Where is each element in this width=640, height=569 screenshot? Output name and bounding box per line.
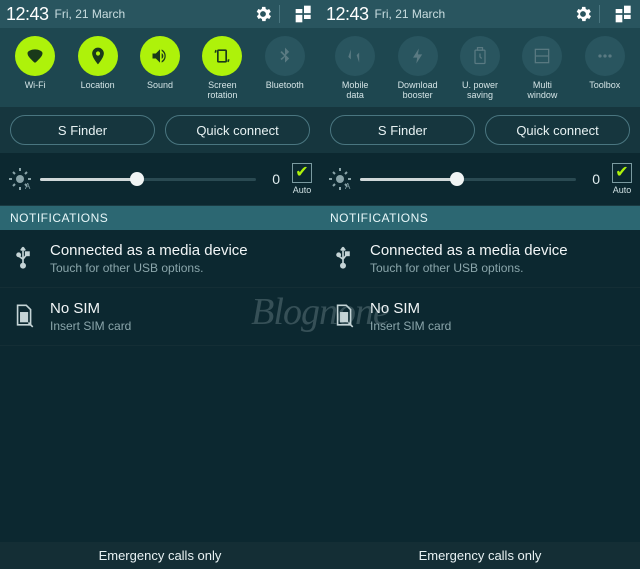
nosim-icon — [330, 300, 356, 330]
quickconnect-button[interactable]: Quick connect — [485, 115, 630, 145]
footer-status: Emergency calls only — [0, 542, 320, 569]
brightness-icon: A — [8, 167, 32, 191]
toggle-multiwindow[interactable]: Multi window — [512, 36, 572, 101]
auto-checkbox[interactable]: ✔ — [612, 163, 632, 183]
footer-status: Emergency calls only — [320, 542, 640, 569]
brightness-auto[interactable]: ✔ Auto — [292, 163, 312, 195]
toggle-mobiledata[interactable]: Mobile data — [325, 36, 385, 101]
notification-panel-right: 12:43 Fri, 21 March Mobile data Download… — [320, 0, 640, 569]
notification-nosim[interactable]: No SIM Insert SIM card — [0, 288, 320, 346]
status-time: 12:43 — [326, 4, 369, 25]
notifications-header: NOTIFICATIONS — [320, 206, 640, 230]
notification-panel-left: 12:43 Fri, 21 March Wi-Fi Location Sound — [0, 0, 320, 569]
nosim-icon — [10, 300, 36, 330]
notifications-header: NOTIFICATIONS — [0, 206, 320, 230]
svg-text:A: A — [25, 182, 31, 191]
notif-title: Connected as a media device — [370, 242, 630, 259]
notification-usb[interactable]: Connected as a media device Touch for ot… — [320, 230, 640, 288]
notif-subtitle: Touch for other USB options. — [50, 261, 310, 275]
notification-nosim[interactable]: No SIM Insert SIM card — [320, 288, 640, 346]
svg-text:A: A — [345, 182, 351, 191]
finder-row: S Finder Quick connect — [320, 107, 640, 153]
brightness-value: 0 — [264, 171, 280, 187]
notif-title: No SIM — [50, 300, 310, 317]
grid-icon[interactable] — [294, 4, 314, 24]
auto-checkbox[interactable]: ✔ — [292, 163, 312, 183]
notif-title: Connected as a media device — [50, 242, 310, 259]
settings-icon[interactable] — [253, 4, 273, 24]
quick-toggles: Mobile data Download booster U. power sa… — [320, 28, 640, 107]
notification-usb[interactable]: Connected as a media device Touch for ot… — [0, 230, 320, 288]
check-icon: ✔ — [615, 165, 628, 181]
finder-row: S Finder Quick connect — [0, 107, 320, 153]
brightness-icon: A — [328, 167, 352, 191]
status-bar: 12:43 Fri, 21 March — [320, 0, 640, 28]
brightness-slider[interactable] — [40, 178, 256, 181]
usb-icon — [330, 242, 356, 272]
brightness-row: A 0 ✔ Auto — [0, 153, 320, 206]
toggle-wifi[interactable]: Wi-Fi — [5, 36, 65, 101]
settings-icon[interactable] — [573, 4, 593, 24]
toggle-rotation[interactable]: Screen rotation — [192, 36, 252, 101]
notif-subtitle: Insert SIM card — [50, 319, 310, 333]
brightness-auto[interactable]: ✔ Auto — [612, 163, 632, 195]
check-icon: ✔ — [295, 165, 308, 181]
usb-icon — [10, 242, 36, 272]
notif-title: No SIM — [370, 300, 630, 317]
sfinder-button[interactable]: S Finder — [330, 115, 475, 145]
sfinder-button[interactable]: S Finder — [10, 115, 155, 145]
brightness-value: 0 — [584, 171, 600, 187]
quick-toggles: Wi-Fi Location Sound Screen rotation Blu… — [0, 28, 320, 107]
toggle-location[interactable]: Location — [68, 36, 128, 101]
brightness-slider[interactable] — [360, 178, 576, 181]
toggle-bluetooth[interactable]: Bluetooth — [255, 36, 315, 101]
status-time: 12:43 — [6, 4, 49, 25]
brightness-row: A 0 ✔ Auto — [320, 153, 640, 206]
grid-icon[interactable] — [614, 4, 634, 24]
toggle-download[interactable]: Download booster — [388, 36, 448, 101]
status-bar: 12:43 Fri, 21 March — [0, 0, 320, 28]
notif-subtitle: Insert SIM card — [370, 319, 630, 333]
toggle-toolbox[interactable]: Toolbox — [575, 36, 635, 101]
toggle-powersaving[interactable]: U. power saving — [450, 36, 510, 101]
toggle-sound[interactable]: Sound — [130, 36, 190, 101]
status-date: Fri, 21 March — [55, 7, 126, 21]
status-date: Fri, 21 March — [375, 7, 446, 21]
notif-subtitle: Touch for other USB options. — [370, 261, 630, 275]
quickconnect-button[interactable]: Quick connect — [165, 115, 310, 145]
